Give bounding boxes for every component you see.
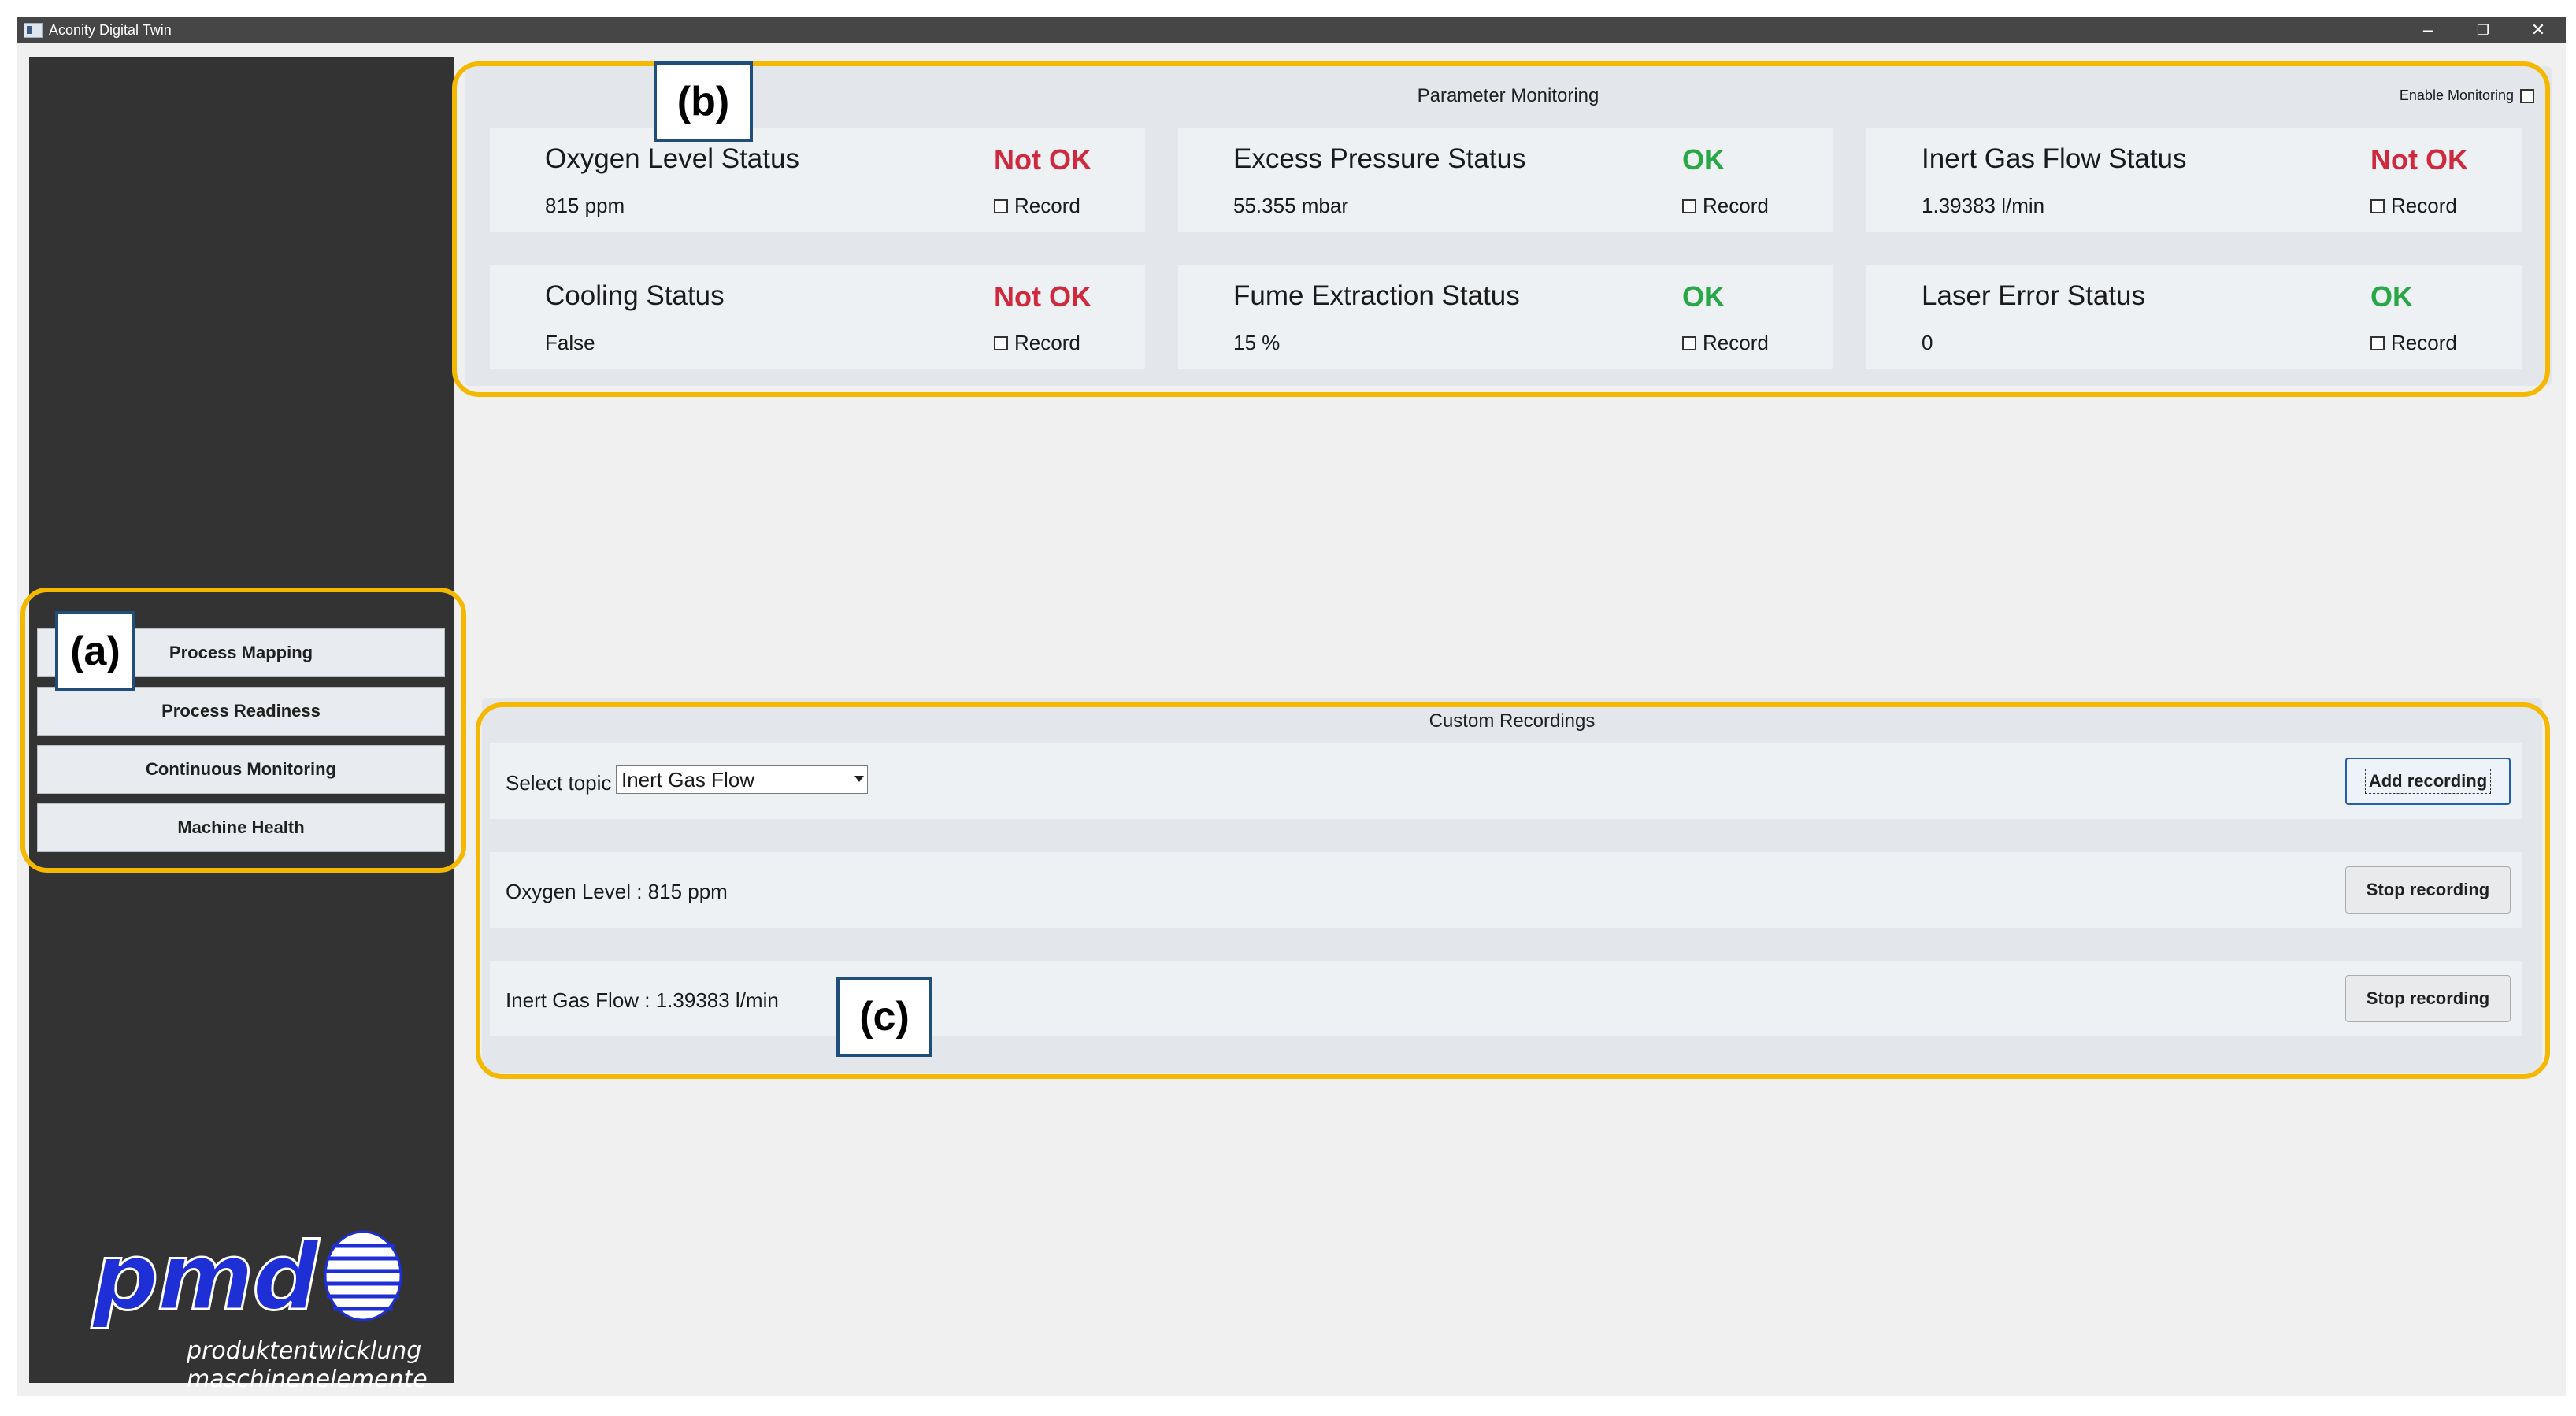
logo-text: pmd [91,1221,321,1333]
restore-button[interactable]: ❐ [2456,17,2511,43]
highlight-c [476,702,2550,1079]
title-bar: Aconity Digital Twin – ❐ ✕ [17,17,2566,43]
pmd-logo: pmd produktentwicklung maschinenelemente [91,1221,428,1394]
annotation-label-c: (c) [836,977,932,1057]
minimize-button[interactable]: – [2400,17,2456,43]
logo-subtitle-2: maschinenelemente [187,1366,428,1393]
annotation-label-a: (a) [55,611,135,691]
window-title: Aconity Digital Twin [49,22,172,38]
logo-subtitle-1: produktentwicklung [187,1337,422,1365]
app-icon [24,23,43,38]
close-button[interactable]: ✕ [2511,17,2566,43]
annotation-label-b: (b) [654,61,753,142]
globe-icon [324,1230,402,1321]
highlight-b [452,61,2550,397]
